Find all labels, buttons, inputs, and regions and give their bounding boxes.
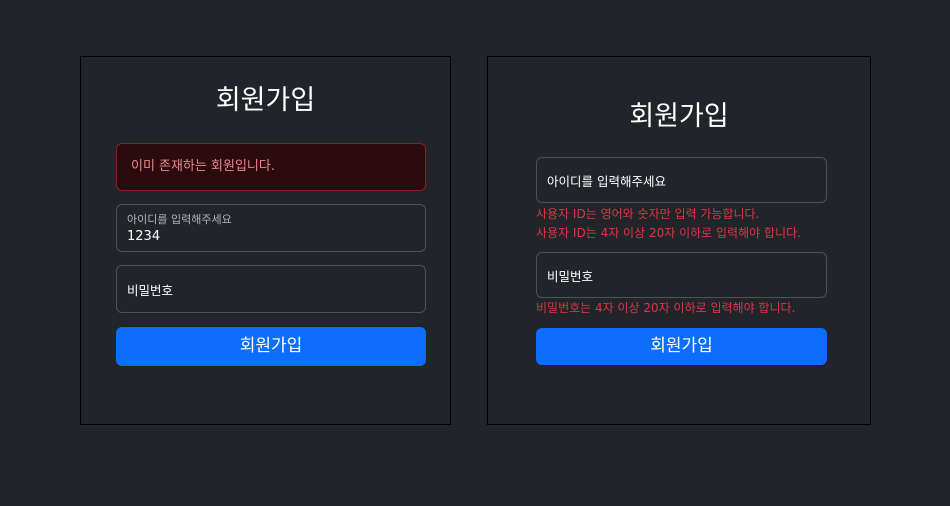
- username-value: 1234: [127, 229, 161, 244]
- password-field[interactable]: 비밀번호: [116, 265, 426, 313]
- page-title: 회원가입: [629, 101, 729, 132]
- username-field[interactable]: 아이디를 입력해주세요: [536, 157, 827, 203]
- username-floating-label: 아이디를 입력해주세요: [127, 213, 232, 226]
- username-error-charset: 사용자 ID는 영어와 숫자만 입력 가능합니다.: [536, 207, 760, 221]
- password-error-length: 비밀번호는 4자 이상 20자 이하로 입력해야 합니다.: [536, 301, 796, 315]
- password-placeholder: 비밀번호: [127, 282, 174, 298]
- username-error-length: 사용자 ID는 4자 이상 20자 이하로 입력해야 합니다.: [536, 226, 801, 240]
- page-title: 회원가입: [215, 85, 316, 116]
- error-alert: 이미 존재하는 회원입니다.: [116, 143, 426, 191]
- password-placeholder: 비밀번호: [547, 268, 594, 284]
- signup-button[interactable]: 회원가입: [536, 328, 827, 365]
- username-field[interactable]: 아이디를 입력해주세요 1234: [116, 204, 426, 252]
- signup-button[interactable]: 회원가입: [116, 327, 426, 366]
- signup-card-right: 회원가입 아이디를 입력해주세요 사용자 ID는 영어와 숫자만 입력 가능합니…: [487, 56, 871, 425]
- signup-card-left: 회원가입 이미 존재하는 회원입니다. 아이디를 입력해주세요 1234 비밀번…: [80, 56, 451, 425]
- username-placeholder: 아이디를 입력해주세요: [547, 173, 666, 189]
- password-field[interactable]: 비밀번호: [536, 252, 827, 298]
